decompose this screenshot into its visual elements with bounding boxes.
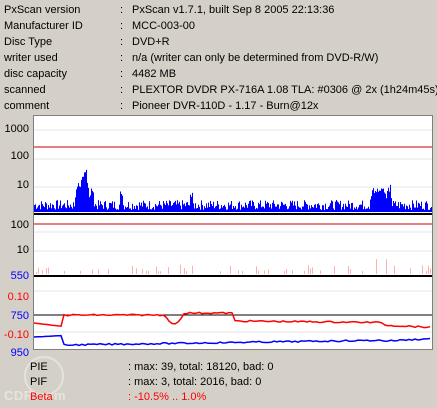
pie-axis-label: 1000 bbox=[4, 123, 29, 135]
stat-value: : max: 39, total: 18120, bad: 0 bbox=[128, 361, 274, 373]
info-value: n/a (writer can only be determined from … bbox=[132, 52, 379, 64]
jitter-series bbox=[33, 334, 431, 347]
pif-axis-label: 100 bbox=[10, 219, 29, 231]
jitter-axis-label: 950 bbox=[10, 347, 29, 359]
info-row: Manufacturer ID : MCC-003-00 bbox=[0, 19, 437, 34]
scan-graph bbox=[33, 115, 433, 350]
info-key: Disc Type bbox=[4, 36, 53, 48]
info-row: scanned : PLEXTOR DVDR PX-716A 1.08 TLA:… bbox=[0, 83, 437, 98]
info-row: disc capacity : 4482 MB bbox=[0, 67, 437, 82]
info-value: DVD+R bbox=[132, 36, 170, 48]
info-value: PxScan v1.7.1, built Sep 8 2005 22:13:36 bbox=[132, 4, 335, 16]
info-key: PxScan version bbox=[4, 4, 81, 16]
beta-axis-label: 0.10 bbox=[7, 291, 29, 303]
info-row: comment : Pioneer DVR-110D - 1.17 - Burn… bbox=[0, 99, 437, 114]
jitter-axis-label: 750 bbox=[10, 310, 29, 322]
stat-name: PIF bbox=[30, 376, 48, 388]
info-value: Pioneer DVR-110D - 1.17 - Burn@12x bbox=[132, 100, 319, 112]
stat-name: PIE bbox=[30, 361, 48, 373]
info-colon: : bbox=[120, 20, 124, 32]
info-colon: : bbox=[120, 4, 124, 16]
info-key: scanned bbox=[4, 84, 46, 96]
stat-value: : -10.5% .. 1.0% bbox=[128, 391, 207, 403]
info-key: comment bbox=[4, 100, 50, 112]
stat-value: : max: 3, total: 2016, bad: 0 bbox=[128, 376, 262, 388]
beta-axis-label: -0.10 bbox=[3, 329, 29, 341]
info-colon: : bbox=[120, 100, 124, 112]
pie-series bbox=[34, 169, 432, 212]
info-row: Disc Type : DVD+R bbox=[0, 35, 437, 50]
jitter-axis-label: 550 bbox=[10, 270, 29, 282]
info-key: writer used bbox=[4, 52, 58, 64]
pif-axis-label: 10 bbox=[16, 244, 29, 256]
grid bbox=[34, 129, 432, 333]
info-row: PxScan version : PxScan v1.7.1, built Se… bbox=[0, 3, 437, 18]
info-value: PLEXTOR DVDR PX-716A 1.08 TLA: #0306 @ 2… bbox=[132, 84, 437, 96]
stat-name: Beta bbox=[30, 391, 53, 403]
pie-axis-label: 10 bbox=[16, 179, 29, 191]
info-colon: : bbox=[120, 36, 124, 48]
pif-series bbox=[36, 259, 431, 274]
stat-row: Beta : -10.5% .. 1.0% bbox=[0, 390, 437, 404]
info-colon: : bbox=[120, 84, 124, 96]
info-row: writer used : n/a (writer can only be de… bbox=[0, 51, 437, 66]
info-value: MCC-003-00 bbox=[132, 20, 195, 32]
info-colon: : bbox=[120, 68, 124, 80]
scan-graph-canvas bbox=[33, 129, 432, 347]
info-value: 4482 MB bbox=[132, 68, 177, 80]
info-key: Manufacturer ID bbox=[4, 20, 83, 32]
info-colon: : bbox=[120, 52, 124, 64]
stat-row: PIE : max: 39, total: 18120, bad: 0 bbox=[0, 360, 437, 374]
pie-axis-label: 100 bbox=[10, 150, 29, 162]
stat-row: PIF : max: 3, total: 2016, bad: 0 bbox=[0, 375, 437, 389]
info-key: disc capacity bbox=[4, 68, 67, 80]
